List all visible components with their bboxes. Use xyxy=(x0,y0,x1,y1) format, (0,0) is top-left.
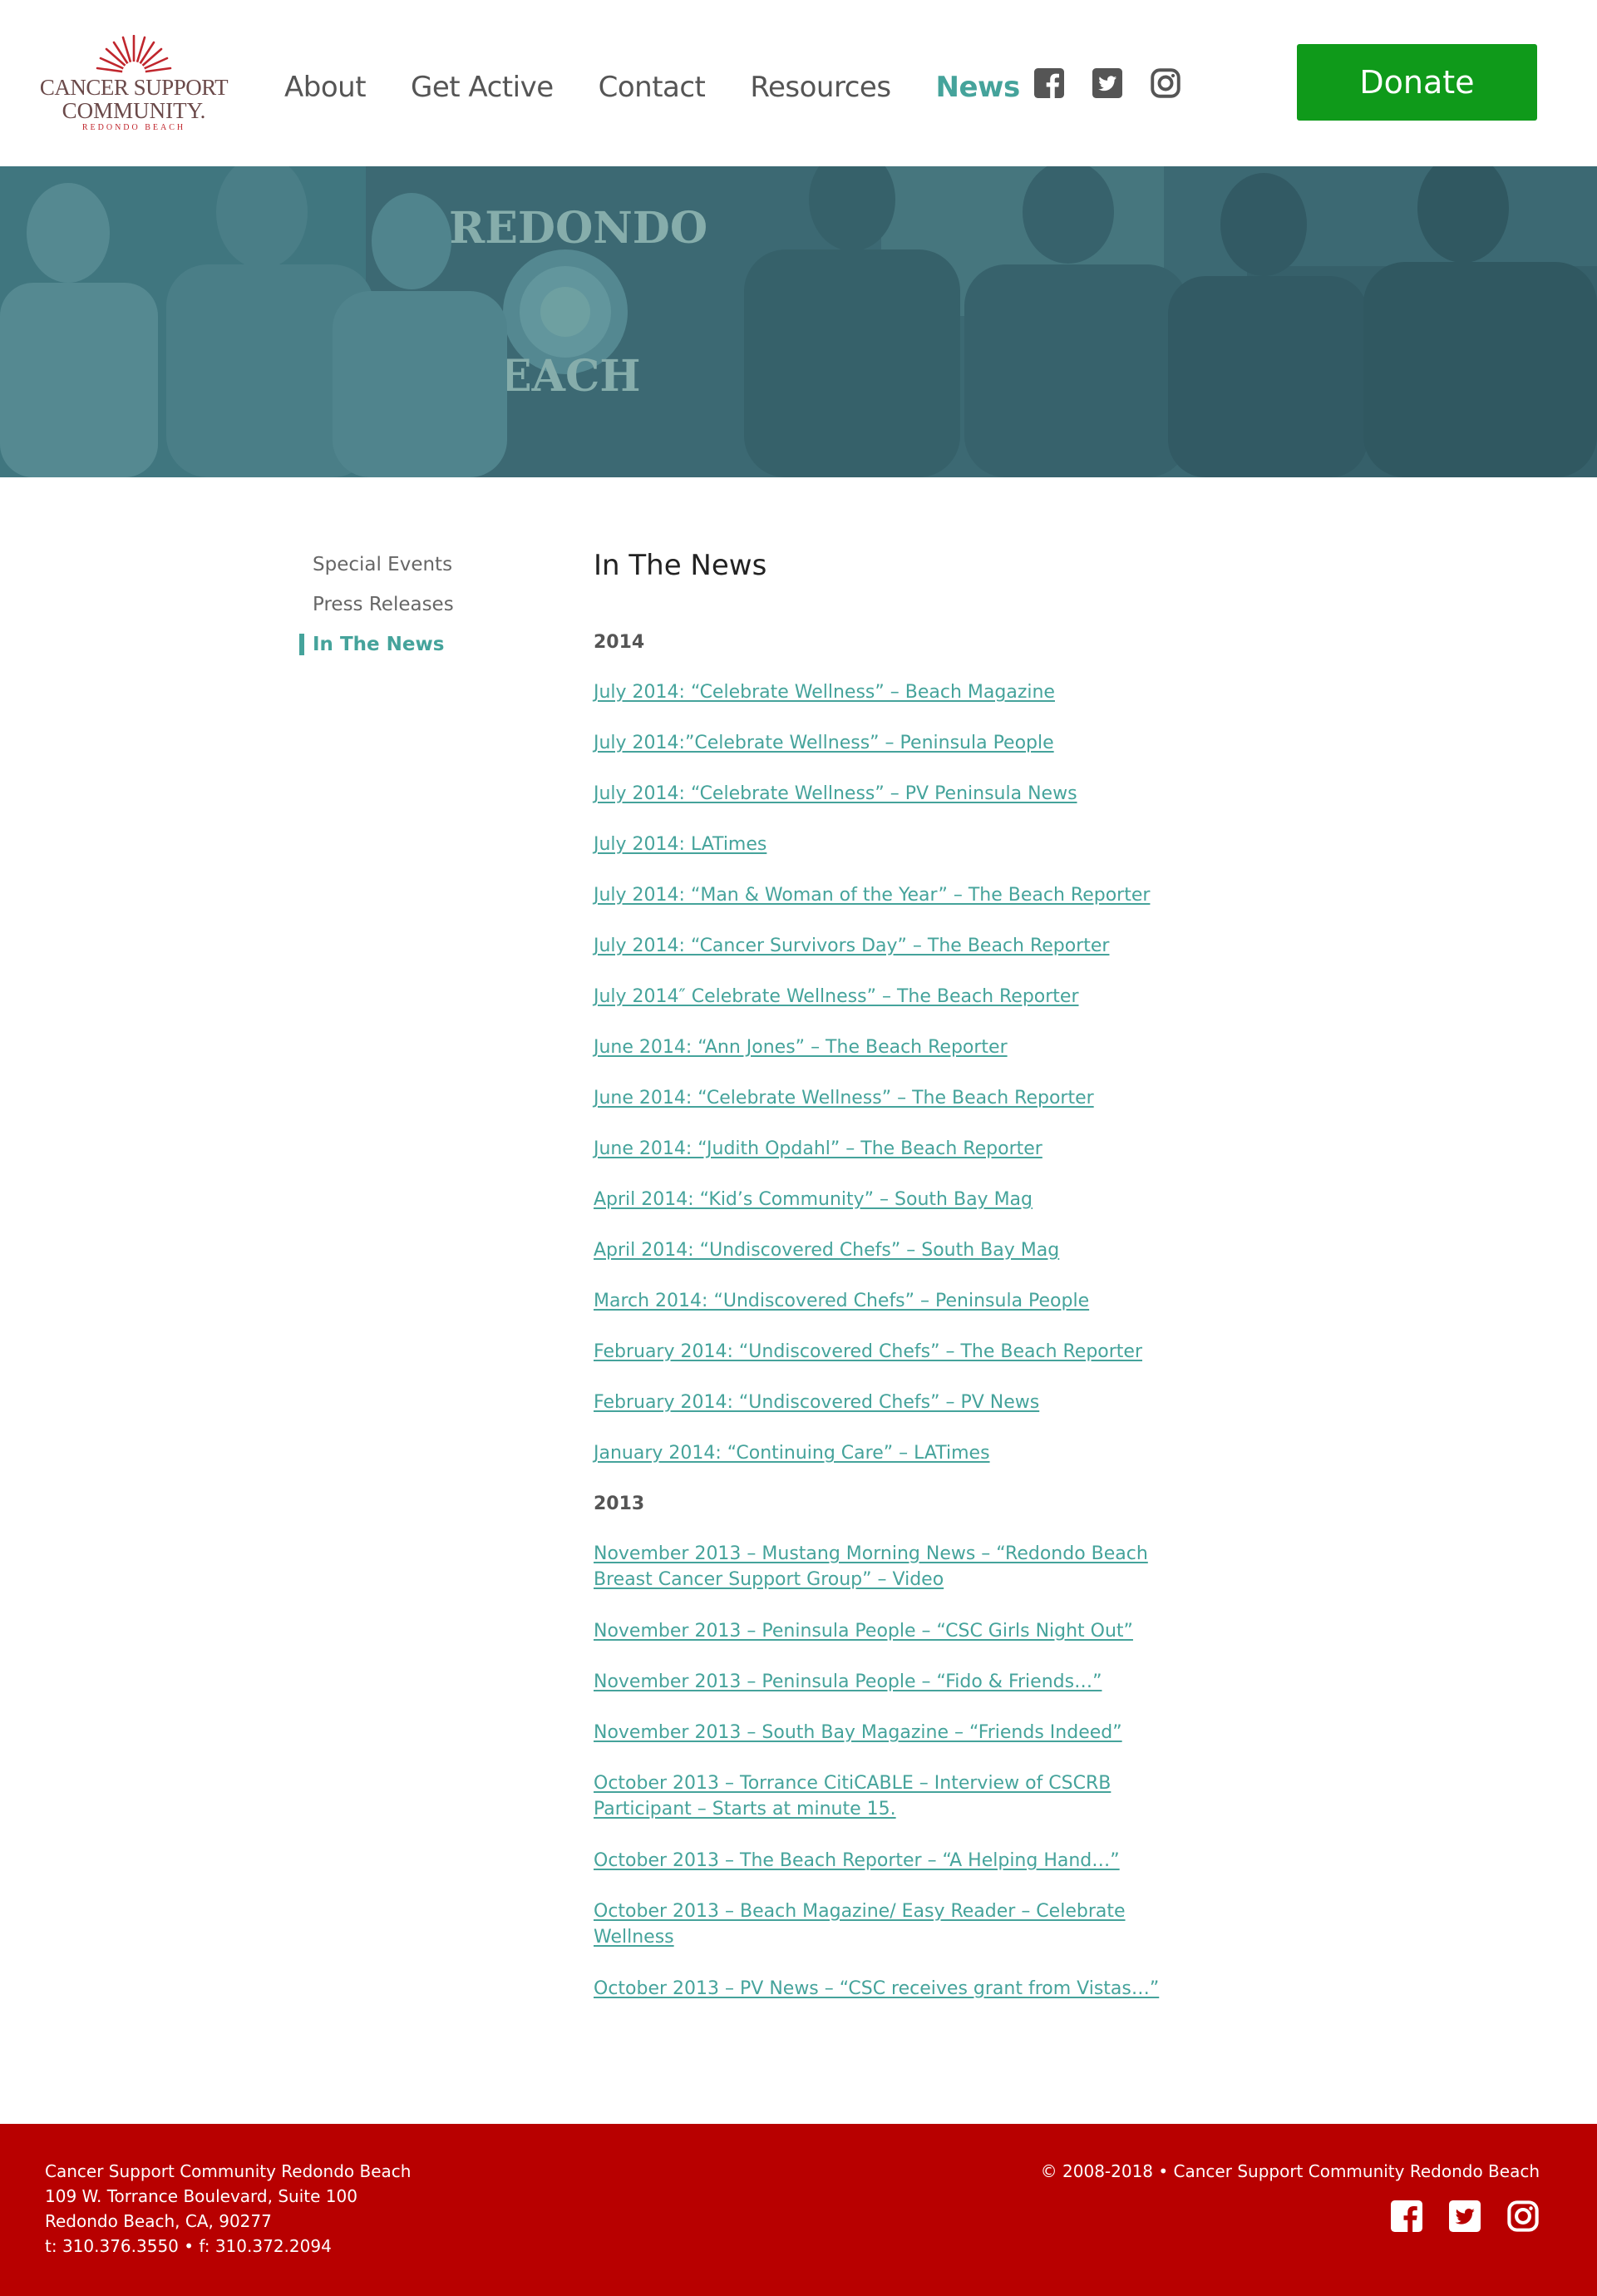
sidebar-item-press-releases[interactable]: Press Releases xyxy=(299,590,549,630)
list-item: July 2014: “Cancer Survivors Day” – The … xyxy=(594,934,1192,959)
news-link[interactable]: October 2013 – Beach Magazine/ Easy Read… xyxy=(594,1901,1126,1948)
list-item: November 2013 – Peninsula People – “Fido… xyxy=(594,1670,1192,1695)
instagram-icon[interactable] xyxy=(1151,68,1180,98)
main-content: In The News 2014 July 2014: “Celebrate W… xyxy=(594,547,1192,2027)
news-link[interactable]: October 2013 – Torrance CitiCABLE – Inte… xyxy=(594,1773,1111,1820)
footer-address-line2: Redondo Beach, CA, 90277 xyxy=(45,2211,272,2231)
logo[interactable]: CANCER SUPPORT COMMUNITY. REDONDO BEACH xyxy=(38,35,229,135)
news-list-2014: July 2014: “Celebrate Wellness” – Beach … xyxy=(594,680,1192,1466)
news-list-2013: November 2013 – Mustang Morning News – “… xyxy=(594,1542,1192,2002)
footer-copyright: © 2008-2018 • Cancer Support Community R… xyxy=(1040,2161,1540,2181)
hero-photo: REDONDO EACH xyxy=(0,166,1597,477)
list-item: July 2014: “Man & Woman of the Year” – T… xyxy=(594,883,1192,908)
news-sidebar: Special Events Press Releases In The New… xyxy=(299,551,549,670)
list-item: July 2014: “Celebrate Wellness” – PV Pen… xyxy=(594,782,1192,807)
nav-contact[interactable]: Contact xyxy=(599,71,706,104)
footer-org-name: Cancer Support Community Redondo Beach xyxy=(45,2161,412,2181)
list-item: January 2014: “Continuing Care” – LATime… xyxy=(594,1441,1192,1466)
sidebar-item-special-events[interactable]: Special Events xyxy=(299,551,549,590)
twitter-icon[interactable] xyxy=(1092,68,1122,98)
list-item: October 2013 – Torrance CitiCABLE – Inte… xyxy=(594,1771,1192,1823)
nav-get-active[interactable]: Get Active xyxy=(411,71,554,104)
list-item: November 2013 – South Bay Magazine – “Fr… xyxy=(594,1721,1192,1745)
list-item: April 2014: “Undiscovered Chefs” – South… xyxy=(594,1238,1192,1263)
main-nav: About Get Active Contact Resources News xyxy=(284,67,1065,108)
news-link[interactable]: November 2013 – Peninsula People – “CSC … xyxy=(594,1621,1133,1642)
news-link[interactable]: July 2014″ Celebrate Wellness” – The Bea… xyxy=(594,986,1079,1007)
year-heading-2014: 2014 xyxy=(594,632,645,653)
nav-resources[interactable]: Resources xyxy=(750,71,891,104)
news-link[interactable]: November 2013 – Mustang Morning News – “… xyxy=(594,1543,1148,1590)
news-link[interactable]: April 2014: “Undiscovered Chefs” – South… xyxy=(594,1240,1059,1261)
list-item: April 2014: “Kid’s Community” – South Ba… xyxy=(594,1188,1192,1212)
news-link[interactable]: July 2014: “Celebrate Wellness” – Beach … xyxy=(594,682,1055,703)
sunburst-icon xyxy=(96,35,172,75)
news-link[interactable]: October 2013 – The Beach Reporter – “A H… xyxy=(594,1850,1120,1871)
donate-button[interactable]: Donate xyxy=(1297,44,1537,121)
header-social-links xyxy=(1034,68,1209,98)
list-item: February 2014: “Undiscovered Chefs” – PV… xyxy=(594,1390,1192,1415)
footer-address: Cancer Support Community Redondo Beach 1… xyxy=(45,2159,411,2259)
page-title: In The News xyxy=(594,549,767,582)
news-link[interactable]: June 2014: “Celebrate Wellness” – The Be… xyxy=(594,1088,1094,1108)
footer-phone: t: 310.376.3550 • f: 310.372.2094 xyxy=(45,2236,332,2256)
list-item: July 2014:”Celebrate Wellness” – Peninsu… xyxy=(594,731,1192,756)
news-link[interactable]: November 2013 – South Bay Magazine – “Fr… xyxy=(594,1722,1122,1743)
year-heading-2013: 2013 xyxy=(594,1494,645,1514)
instagram-icon[interactable] xyxy=(1507,2200,1539,2232)
list-item: July 2014″ Celebrate Wellness” – The Bea… xyxy=(594,985,1192,1010)
news-link[interactable]: February 2014: “Undiscovered Chefs” – PV… xyxy=(594,1392,1039,1413)
news-link[interactable]: March 2014: “Undiscovered Chefs” – Penin… xyxy=(594,1291,1089,1311)
news-link[interactable]: January 2014: “Continuing Care” – LATime… xyxy=(594,1443,990,1464)
news-link[interactable]: July 2014:”Celebrate Wellness” – Peninsu… xyxy=(594,733,1054,753)
news-link[interactable]: July 2014: “Cancer Survivors Day” – The … xyxy=(594,936,1109,956)
news-link[interactable]: July 2014: “Celebrate Wellness” – PV Pen… xyxy=(594,783,1077,804)
list-item: July 2014: LATimes xyxy=(594,832,1192,857)
list-item: November 2013 – Mustang Morning News – “… xyxy=(594,1542,1192,1593)
logo-text-line1: CANCER SUPPORT xyxy=(39,75,229,100)
news-link[interactable]: April 2014: “Kid’s Community” – South Ba… xyxy=(594,1189,1033,1210)
news-link[interactable]: February 2014: “Undiscovered Chefs” – Th… xyxy=(594,1341,1142,1362)
news-link[interactable]: June 2014: “Ann Jones” – The Beach Repor… xyxy=(594,1037,1008,1058)
logo-text-line2: COMMUNITY. xyxy=(62,98,206,123)
list-item: June 2014: “Judith Opdahl” – The Beach R… xyxy=(594,1137,1192,1162)
nav-news[interactable]: News xyxy=(936,71,1021,104)
logo-text-line3: REDONDO BEACH xyxy=(81,123,186,132)
news-link[interactable]: July 2014: “Man & Woman of the Year” – T… xyxy=(594,885,1150,906)
nav-about[interactable]: About xyxy=(284,71,367,104)
news-link[interactable]: July 2014: LATimes xyxy=(594,834,766,855)
footer-social-links xyxy=(1364,2200,1539,2232)
news-link[interactable]: October 2013 – PV News – “CSC receives g… xyxy=(594,1978,1159,1999)
list-item: February 2014: “Undiscovered Chefs” – Th… xyxy=(594,1340,1192,1365)
site-header: CANCER SUPPORT COMMUNITY. REDONDO BEACH … xyxy=(0,0,1597,166)
list-item: June 2014: “Ann Jones” – The Beach Repor… xyxy=(594,1035,1192,1060)
list-item: June 2014: “Celebrate Wellness” – The Be… xyxy=(594,1086,1192,1111)
footer-address-line1: 109 W. Torrance Boulevard, Suite 100 xyxy=(45,2186,357,2206)
facebook-icon[interactable] xyxy=(1391,2200,1422,2232)
list-item: October 2013 – The Beach Reporter – “A H… xyxy=(594,1849,1192,1874)
sidebar-item-in-the-news[interactable]: In The News xyxy=(299,630,549,670)
list-item: October 2013 – PV News – “CSC receives g… xyxy=(594,1977,1192,2002)
list-item: March 2014: “Undiscovered Chefs” – Penin… xyxy=(594,1289,1192,1314)
news-link[interactable]: November 2013 – Peninsula People – “Fido… xyxy=(594,1671,1102,1692)
facebook-icon[interactable] xyxy=(1034,68,1064,98)
news-link[interactable]: June 2014: “Judith Opdahl” – The Beach R… xyxy=(594,1138,1042,1159)
list-item: July 2014: “Celebrate Wellness” – Beach … xyxy=(594,680,1192,705)
list-item: November 2013 – Peninsula People – “CSC … xyxy=(594,1619,1192,1644)
twitter-icon[interactable] xyxy=(1449,2200,1481,2232)
site-footer: Cancer Support Community Redondo Beach 1… xyxy=(0,2124,1597,2296)
list-item: October 2013 – Beach Magazine/ Easy Read… xyxy=(594,1899,1192,1951)
hero-banner: REDONDO EACH xyxy=(0,166,1597,477)
